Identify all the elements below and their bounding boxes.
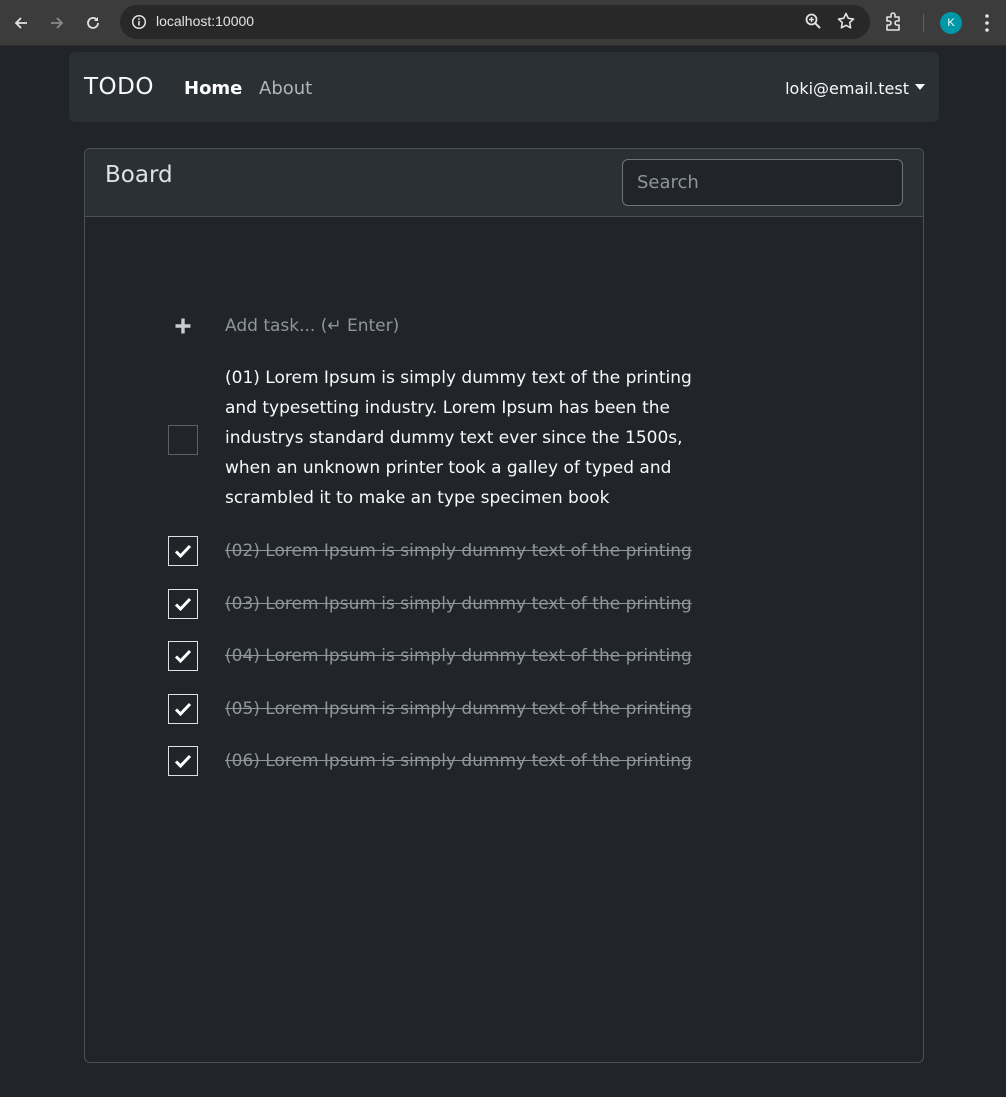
- extensions-button[interactable]: [884, 11, 904, 33]
- forward-button[interactable]: [43, 9, 71, 37]
- task-checkbox[interactable]: [168, 536, 198, 566]
- reload-icon: [87, 17, 99, 29]
- back-icon: [14, 17, 27, 29]
- app-navbar: TODO Home About loki@email.test: [69, 52, 939, 122]
- search-input[interactable]: [622, 159, 903, 206]
- task-text[interactable]: (05) Lorem Ipsum is simply dummy text of…: [225, 694, 715, 724]
- checkmark-icon: [174, 649, 192, 664]
- task-checkbox[interactable]: [168, 746, 198, 776]
- add-task-input[interactable]: [225, 313, 695, 339]
- menu-dots-icon: [985, 14, 989, 32]
- bookmark-button[interactable]: [836, 11, 856, 31]
- user-dropdown[interactable]: loki@email.test: [785, 79, 925, 98]
- add-task-button[interactable]: [173, 313, 193, 339]
- task-checkbox[interactable]: [168, 425, 198, 455]
- task-item: (06) Lorem Ipsum is simply dummy text of…: [168, 746, 728, 776]
- caret-down-icon: [915, 83, 925, 90]
- plus-icon: [175, 318, 191, 334]
- add-task-row: [173, 313, 695, 339]
- checkmark-icon: [174, 754, 192, 769]
- address-bar[interactable]: localhost:10000: [120, 5, 870, 39]
- task-item: (05) Lorem Ipsum is simply dummy text of…: [168, 694, 728, 724]
- task-item: (04) Lorem Ipsum is simply dummy text of…: [168, 641, 728, 671]
- browser-menu-button[interactable]: [977, 12, 997, 34]
- task-text[interactable]: (01) Lorem Ipsum is simply dummy text of…: [225, 363, 715, 513]
- forward-icon: [51, 17, 64, 29]
- extensions-icon: [886, 12, 900, 31]
- zoom-button[interactable]: [804, 12, 822, 30]
- board-card: Board (01) Lorem Ipsum is simply dummy t…: [84, 148, 924, 1063]
- nav-link-home[interactable]: Home: [184, 78, 242, 99]
- site-info-icon: [131, 14, 147, 30]
- task-item: (03) Lorem Ipsum is simply dummy text of…: [168, 589, 728, 619]
- board-header: Board: [85, 149, 923, 217]
- task-text[interactable]: (03) Lorem Ipsum is simply dummy text of…: [225, 589, 715, 619]
- checkmark-icon: [174, 544, 192, 559]
- browser-toolbar: localhost:10000 K: [0, 0, 1006, 46]
- url-text: localhost:10000: [156, 13, 255, 29]
- profile-avatar[interactable]: K: [940, 12, 962, 34]
- task-checkbox[interactable]: [168, 694, 198, 724]
- bookmark-star-icon: [837, 12, 855, 29]
- zoom-icon: [805, 13, 821, 29]
- reload-button[interactable]: [79, 9, 107, 37]
- task-text[interactable]: (02) Lorem Ipsum is simply dummy text of…: [225, 536, 715, 566]
- site-info-button[interactable]: [128, 11, 150, 33]
- brand-logo[interactable]: TODO: [84, 74, 154, 100]
- task-item: (02) Lorem Ipsum is simply dummy text of…: [168, 536, 728, 566]
- nav-link-about[interactable]: About: [259, 78, 312, 99]
- checkmark-icon: [174, 702, 192, 717]
- user-email: loki@email.test: [785, 79, 909, 98]
- task-checkbox[interactable]: [168, 589, 198, 619]
- checkmark-icon: [174, 597, 192, 612]
- back-button[interactable]: [7, 9, 35, 37]
- board-title: Board: [105, 162, 173, 188]
- task-item: (01) Lorem Ipsum is simply dummy text of…: [168, 363, 728, 513]
- task-checkbox[interactable]: [168, 641, 198, 671]
- task-text[interactable]: (04) Lorem Ipsum is simply dummy text of…: [225, 641, 715, 671]
- task-text[interactable]: (06) Lorem Ipsum is simply dummy text of…: [225, 746, 715, 776]
- toolbar-separator: [923, 14, 924, 32]
